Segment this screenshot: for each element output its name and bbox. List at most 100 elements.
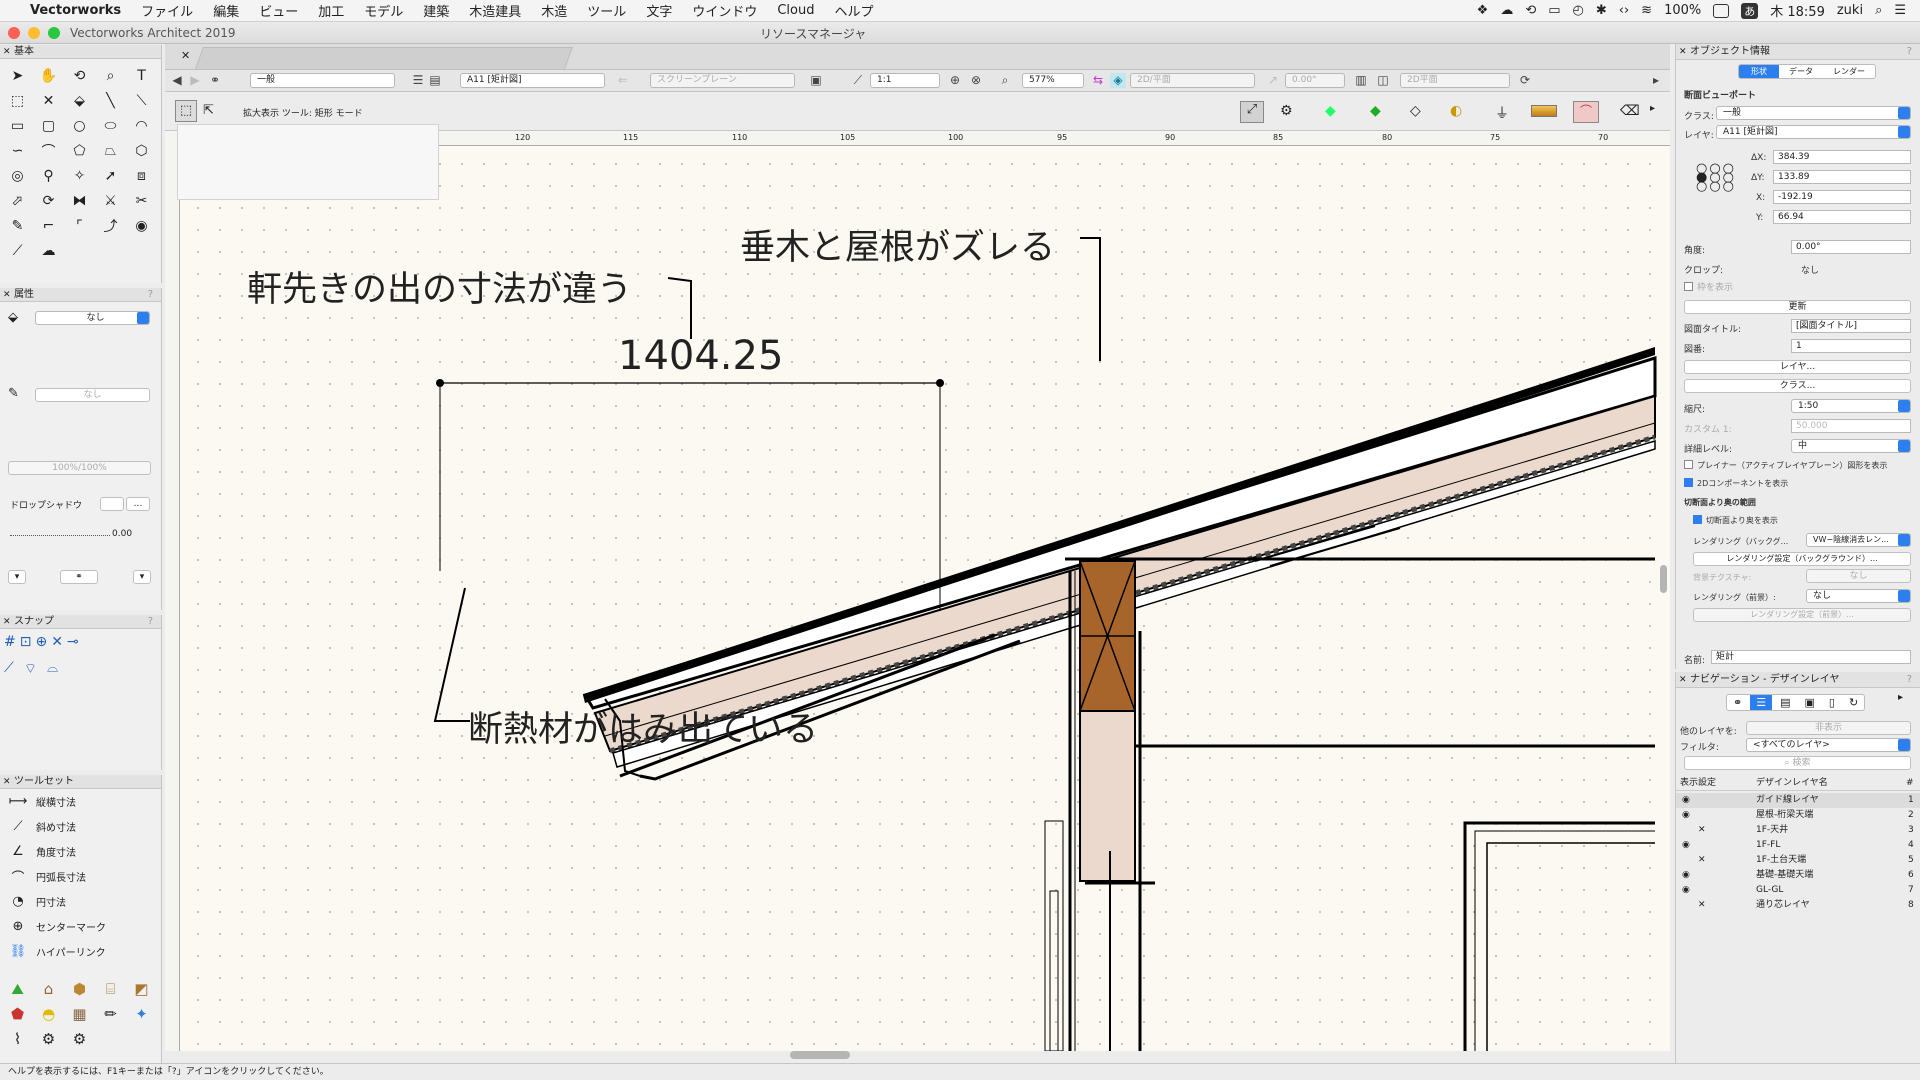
menu-architect[interactable]: 建築: [413, 1, 459, 20]
minimize-window-button[interactable]: [28, 27, 40, 39]
snap-point-icon[interactable]: ⌔: [24, 660, 37, 678]
line-tool-icon[interactable]: ╲: [95, 88, 126, 113]
stake-tool-icon[interactable]: ⚲: [33, 163, 64, 188]
visible-eye-icon[interactable]: ◉: [1682, 838, 1690, 853]
col-number[interactable]: #: [1906, 776, 1914, 791]
clip-tool-icon[interactable]: ⧈: [126, 163, 157, 188]
settings-gear-icon[interactable]: ⚙: [1280, 103, 1293, 119]
rotate-tool-icon[interactable]: ⟳: [33, 188, 64, 213]
magic-wand-icon[interactable]: ✧: [64, 163, 95, 188]
panel-close-icon[interactable]: ✕: [1679, 672, 1687, 688]
highlight-icon[interactable]: ◐: [1450, 103, 1462, 119]
scale-icon[interactable]: ⟋: [850, 73, 866, 88]
zoom-to-sel-icon[interactable]: ⊗: [968, 73, 984, 88]
layers-button[interactable]: レイヤ...: [1684, 360, 1911, 374]
snap-tangent-icon[interactable]: ⟋: [4, 660, 14, 678]
tab-data[interactable]: データ: [1779, 65, 1823, 78]
zoom-select[interactable]: 577%: [1022, 73, 1084, 88]
registration-point-icon[interactable]: ○○○ ●○○ ○○○: [1696, 162, 1736, 193]
site-toolset-icon[interactable]: ⛰: [2, 980, 33, 1005]
layer-row[interactable]: ◉ 屋根-桁梁天端 2: [1676, 808, 1920, 823]
class-select[interactable]: 一般: [1716, 106, 1911, 120]
unified-view-icon[interactable]: ⇆: [1090, 73, 1106, 88]
drop-shadow-settings[interactable]: …: [126, 497, 150, 511]
sheet-icon[interactable]: ▣: [808, 73, 824, 88]
toolset-item[interactable]: ⌒ 円弧長寸法: [0, 864, 161, 889]
filter-select[interactable]: <すべてのレイヤ>: [1746, 738, 1911, 752]
render-bg-select[interactable]: VW−陰線消去レン...: [1806, 533, 1911, 547]
layer-options-icon[interactable]: ☰: [410, 73, 426, 88]
opacity-field[interactable]: 100%/100%: [8, 461, 151, 475]
x-field[interactable]: -192.19: [1773, 190, 1911, 204]
layer-view-icon[interactable]: ▤: [427, 73, 443, 88]
angle-field[interactable]: 0.00°: [1285, 73, 1345, 88]
rectangle-tool-icon[interactable]: ▭: [2, 113, 33, 138]
plane-icon[interactable]: ⇐: [615, 73, 631, 88]
visible-eye-icon[interactable]: ◉: [1682, 808, 1690, 823]
layer-shape-icon[interactable]: ◆: [1325, 103, 1336, 119]
double-polygon-tool-icon[interactable]: ⏢: [95, 138, 126, 163]
toolset-item[interactable]: ⟼ 縦横寸法: [0, 789, 161, 814]
polygon-tool-icon[interactable]: ⬠: [64, 138, 95, 163]
snap-object-icon[interactable]: ⊡: [20, 634, 32, 650]
selection-tool-icon[interactable]: ➤: [2, 63, 33, 88]
planar-checkbox[interactable]: プレイナー（アクティブレイヤプレーン）図形を表示: [1684, 460, 1887, 471]
mesh-tool-icon[interactable]: ⌇: [2, 1030, 33, 1055]
render-bg-settings-button[interactable]: レンダリング設定（バックグラウンド）...: [1693, 552, 1911, 566]
dx-field[interactable]: 384.39: [1773, 150, 1911, 164]
3d-tool-icon[interactable]: ✦: [126, 1005, 157, 1030]
scale-field[interactable]: 1:1: [870, 73, 940, 88]
arrow-end-select[interactable]: ▾: [133, 570, 151, 584]
back-icon[interactable]: ◀: [169, 73, 185, 88]
pan-tool-icon[interactable]: ✋: [33, 63, 64, 88]
nav-expand-icon[interactable]: ▸: [1898, 692, 1903, 703]
tab-shape[interactable]: 形状: [1739, 65, 1779, 78]
zoom-rect-mode-icon[interactable]: ⬚: [175, 100, 197, 122]
gear-tool-icon[interactable]: ⚙: [64, 1030, 95, 1055]
menu-model[interactable]: モデル: [354, 1, 413, 20]
vertical-scrollbar-thumb[interactable]: [1660, 565, 1667, 593]
layer-row[interactable]: ◉ GL-GL 7: [1676, 883, 1920, 898]
visualization-icon[interactable]: ⬟: [2, 1005, 33, 1030]
spotlight-icon[interactable]: ⌕: [1875, 3, 1882, 18]
polyline-tool-icon[interactable]: ⌒: [33, 138, 64, 163]
spiral-tool-icon[interactable]: ◎: [2, 163, 33, 188]
class-select[interactable]: 一般: [250, 73, 395, 88]
show-beyond-checkbox[interactable]: 切断面より奥を表示: [1693, 515, 1778, 526]
document-tab[interactable]: [194, 47, 574, 69]
render-select[interactable]: 2D平面: [1400, 73, 1510, 88]
visible-eye-icon[interactable]: ◉: [1682, 868, 1690, 883]
eraser-icon[interactable]: ⌫: [1620, 103, 1640, 119]
dy-field[interactable]: 133.89: [1773, 170, 1911, 184]
toolset-item[interactable]: ⊕ センターマーク: [0, 914, 161, 939]
search-input[interactable]: ⌕ 検索: [1684, 756, 1911, 770]
app-menu[interactable]: Vectorworks: [20, 3, 131, 18]
regular-polygon-tool-icon[interactable]: ⬡: [126, 138, 157, 163]
stair-icon[interactable]: ⌸: [95, 980, 126, 1005]
cloud-tool-icon[interactable]: ☁: [33, 238, 64, 263]
menu-window[interactable]: ウインドウ: [682, 1, 767, 20]
classes-button[interactable]: クラス...: [1684, 379, 1911, 393]
snap-angle-icon[interactable]: ✕: [51, 634, 63, 650]
toolbar-expand-icon[interactable]: ▸: [1648, 73, 1664, 88]
double-line-tool-icon[interactable]: ⟍: [126, 88, 157, 113]
render-mode-icon[interactable]: ◫: [1375, 73, 1391, 88]
toolset-item[interactable]: ∠ 角度寸法: [0, 839, 161, 864]
oval-tool-icon[interactable]: ⬭: [95, 113, 126, 138]
flyover-icon[interactable]: ◈: [1110, 73, 1126, 88]
class-options-icon[interactable]: ⚭: [207, 73, 223, 88]
lighting-icon[interactable]: ▥: [1353, 73, 1369, 88]
y-field[interactable]: 66.94: [1773, 210, 1911, 224]
show-crop-checkbox[interactable]: 枠を表示: [1684, 280, 1733, 293]
help-icon[interactable]: ?: [148, 615, 153, 629]
layer-select[interactable]: A11 [矩計図]: [1716, 125, 1911, 139]
drawing-number-field[interactable]: 1: [1791, 339, 1911, 353]
plane-select[interactable]: スクリーンプレーン: [650, 73, 795, 88]
line-weight-value[interactable]: 0.00: [112, 529, 132, 539]
help-icon[interactable]: ?: [1907, 672, 1912, 688]
layer-row[interactable]: ✕ 1F-土台天端 5: [1676, 853, 1920, 868]
palette-close-icon[interactable]: ✕: [3, 615, 11, 629]
chamfer-tool-icon[interactable]: ⤴: [95, 213, 126, 238]
pencil-tool-icon[interactable]: ✏: [95, 1005, 126, 1030]
name-field[interactable]: 矩計: [1711, 650, 1911, 664]
